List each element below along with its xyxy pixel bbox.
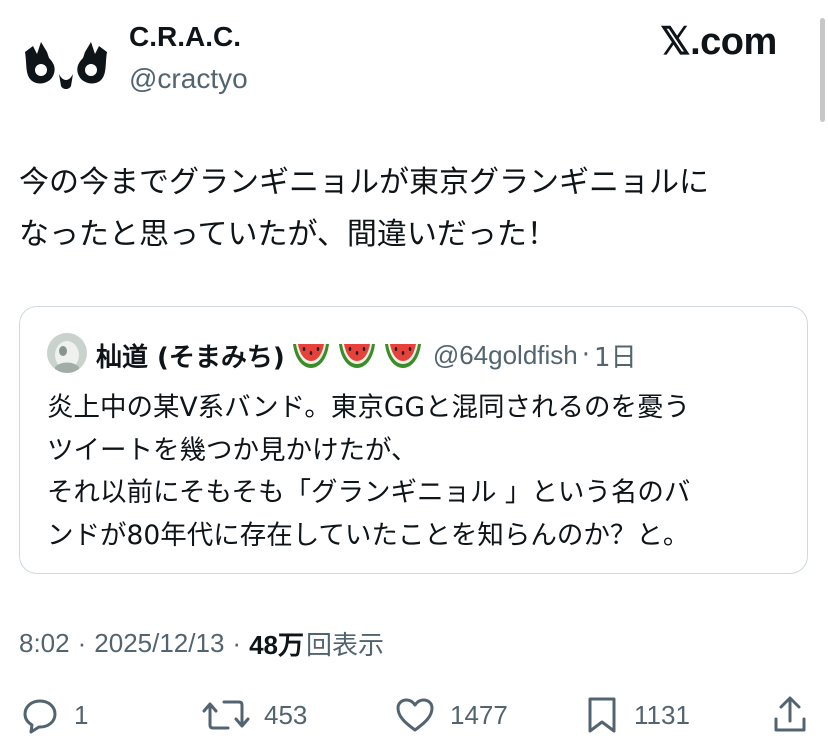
like-button[interactable]: 1477	[394, 690, 508, 740]
tweet-meta: 8:02 · 2025/12/13 · 48万 回表示	[19, 623, 384, 663]
scrollbar-thumb[interactable]	[820, 18, 825, 122]
tweet-text-line: 今の今までグランギニョルが東京グランギニョルに	[19, 165, 709, 200]
retweet-icon	[202, 700, 250, 730]
meta-separator: ·	[232, 627, 242, 658]
reply-button[interactable]: 1	[20, 690, 88, 740]
reply-count: 1	[74, 699, 89, 730]
quoted-separator: ·	[581, 340, 591, 370]
bookmark-icon	[588, 697, 616, 733]
quoted-author-name[interactable]: 杣道 (そまみち)	[96, 337, 285, 374]
share-button[interactable]	[770, 690, 810, 740]
profile-avatar[interactable]	[19, 12, 113, 106]
tweet-text-line: なったと思っていたが、間違いだった！	[19, 217, 557, 252]
bookmark-count: 1131	[634, 699, 690, 730]
retweet-count: 453	[264, 699, 308, 730]
quoted-tweet-card[interactable]: 杣道 (そまみち) @64goldfish · 1日 炎上中の某V系バンド。東京…	[19, 306, 808, 574]
retweet-button[interactable]: 453	[202, 690, 307, 740]
tweet-text: 今の今までグランギニョルが東京グランギニョルに なったと思っていたが、間違いだっ…	[19, 157, 814, 261]
reply-icon	[23, 699, 57, 734]
views-count: 48万	[249, 629, 305, 660]
tweet-time[interactable]: 8:02	[19, 628, 70, 659]
site-label: 𝕏.com	[660, 21, 777, 63]
heart-icon	[396, 698, 434, 732]
meta-separator: ·	[77, 627, 87, 658]
author-display-name[interactable]: C.R.A.C.	[129, 21, 241, 53]
quoted-author-avatar[interactable]	[47, 333, 87, 373]
views-label: 回表示	[306, 629, 385, 660]
quoted-text-line: ンドが80年代に存在していたことを知らんのか？と。	[47, 519, 690, 551]
watermelon-emoji-icon	[292, 344, 329, 368]
hands-logo-icon	[25, 42, 107, 89]
like-count: 1477	[450, 699, 508, 730]
quoted-author-handle[interactable]: @64goldfish	[433, 340, 578, 371]
bookmark-button[interactable]: 1131	[584, 690, 690, 740]
quoted-text-line: それ以前にそもそも「グランギニョル 」という名のバ	[47, 477, 691, 508]
author-handle[interactable]: @cractyo	[129, 63, 248, 95]
tweet-date[interactable]: 2025/12/13	[94, 628, 224, 659]
quoted-tweet-text: 炎上中の某V系バンド。東京GGと混同されるのを憂う ツイートを幾つか見かけたが、…	[47, 387, 797, 557]
quoted-tweet-header: 杣道 (そまみち) @64goldfish · 1日	[96, 335, 637, 375]
share-icon	[774, 696, 806, 732]
quoted-timestamp[interactable]: 1日	[594, 337, 637, 374]
quoted-text-line: 炎上中の某V系バンド。東京GGと混同されるのを憂う	[47, 392, 690, 423]
action-bar: 1 453 1477 1131	[0, 690, 828, 740]
goldfish-avatar-icon	[47, 333, 87, 373]
watermelon-emoji-icon	[384, 344, 421, 368]
quoted-text-line: ツイートを幾つか見かけたが、	[47, 434, 418, 466]
watermelon-emoji-icon	[338, 344, 375, 368]
quoted-author-emojis	[291, 340, 423, 370]
